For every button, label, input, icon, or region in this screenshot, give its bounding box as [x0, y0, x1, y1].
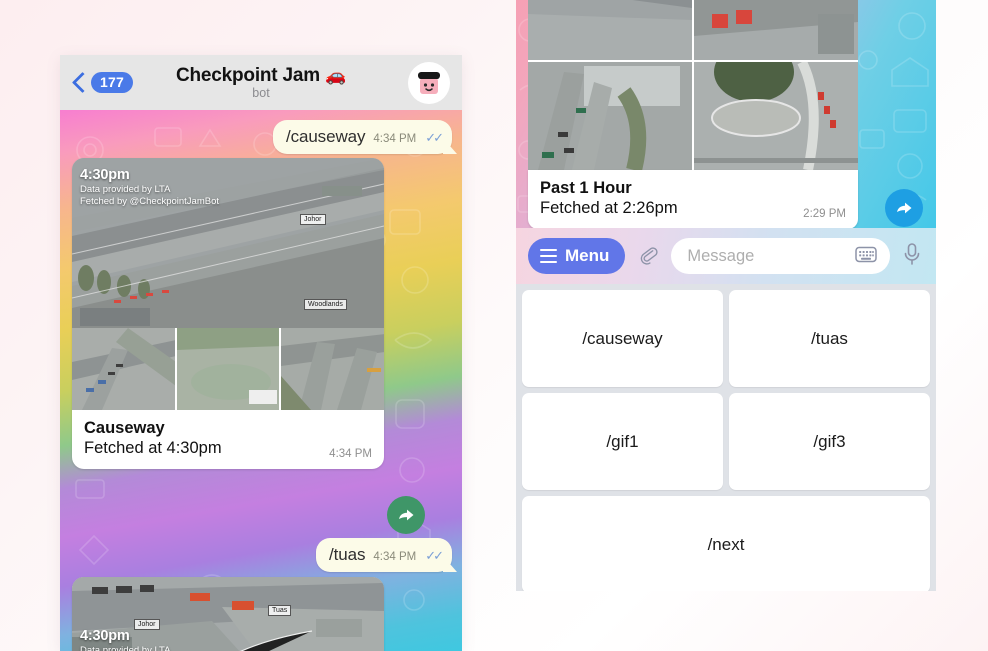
right-phone-screenshot: Past 1 Hour Fetched at 2:26pm 2:29 PM Me…: [516, 0, 936, 591]
photo-thumb-3-image: [281, 328, 384, 410]
bot-message-past-hour-card[interactable]: Past 1 Hour Fetched at 2:26pm 2:29 PM: [528, 0, 858, 228]
bot-message-causeway-card[interactable]: 4:30pm Data provided by LTA Fetched by @…: [72, 158, 384, 470]
chat-message-area: /causeway 4:34 PM ✓✓ 4:30pm Data provide…: [60, 110, 462, 651]
keyboard-key-next[interactable]: /next: [522, 496, 930, 591]
map-pin-johor: Johor: [134, 619, 160, 630]
avatar[interactable]: [408, 61, 450, 104]
map-pin-tuas: Tuas: [268, 605, 292, 616]
back-button[interactable]: 177: [72, 71, 164, 95]
forward-button-causeway[interactable]: [387, 496, 425, 534]
photo-thumb-1-image: [72, 328, 175, 410]
car-emoji-icon: 🚗: [325, 66, 347, 85]
overlay-time: 4:30pm: [80, 167, 130, 183]
photo-grid-item-3-image: [528, 62, 692, 170]
message-timestamp: 4:34 PM: [373, 551, 417, 563]
microphone-icon[interactable]: [900, 240, 924, 273]
bot-message-tuas-card[interactable]: 4:30pm Data provided by LTA Fetched by @…: [72, 577, 384, 651]
message-input-field[interactable]: Message: [671, 238, 890, 274]
photo-thumb-2[interactable]: [176, 328, 280, 410]
menu-button-label: Menu: [565, 246, 610, 265]
double-check-icon: ✓✓: [425, 548, 444, 563]
map-pin-johor: Johor: [300, 214, 326, 225]
photo-grid-item-4[interactable]: [694, 62, 858, 170]
photo-tuas-main[interactable]: 4:30pm Data provided by LTA Fetched by @…: [72, 577, 384, 651]
message-input-placeholder: Message: [687, 246, 755, 265]
hamburger-icon: [540, 248, 557, 264]
photo-thumb-1[interactable]: [72, 328, 175, 410]
chat-header: 177 Checkpoint Jam 🚗 bot: [60, 55, 462, 110]
message-input-bar: Menu Message: [516, 228, 936, 284]
chevron-left-icon[interactable]: [72, 71, 87, 95]
paperclip-icon[interactable]: [635, 241, 661, 272]
keyboard-key-gif1[interactable]: /gif1: [522, 393, 723, 490]
caption-subtitle: Fetched at 2:26pm: [540, 199, 678, 218]
double-check-icon: ✓✓: [425, 130, 444, 145]
photo-thumbnail-row: [72, 328, 384, 410]
bot-command-keyboard: /causeway /tuas /gif1 /gif3 /next: [516, 284, 936, 591]
photo-grid-item-4-image: [694, 62, 858, 170]
right-chat-area: Past 1 Hour Fetched at 2:26pm 2:29 PM: [516, 0, 936, 228]
message-text: /tuas: [329, 545, 366, 564]
unread-badge[interactable]: 177: [91, 71, 133, 94]
keyboard-key-causeway[interactable]: /causeway: [522, 290, 723, 387]
photo-overlay-text: 4:30pm Data provided by LTA Fetched by @…: [80, 627, 219, 651]
message-timestamp: 4:34 PM: [329, 448, 372, 461]
photo-grid-item-1-image: [528, 0, 692, 60]
photo-grid-2x2: [528, 0, 858, 170]
forward-arrow-icon: [399, 509, 414, 521]
past-hour-caption: Past 1 Hour Fetched at 2:26pm 2:29 PM: [528, 170, 858, 228]
caption-title: Causeway: [84, 419, 165, 437]
outgoing-message-causeway[interactable]: /causeway 4:34 PM ✓✓: [272, 120, 452, 154]
overlay-source: Data provided by LTA: [80, 184, 171, 196]
left-phone-screenshot: 177 Checkpoint Jam 🚗 bot /causeway 4:34 …: [60, 55, 462, 651]
keyboard-key-gif3[interactable]: /gif3: [729, 393, 930, 490]
outgoing-message-tuas[interactable]: /tuas 4:34 PM ✓✓: [316, 538, 452, 572]
photo-thumb-2-image: [176, 328, 280, 410]
bot-avatar-icon: [418, 71, 440, 94]
message-timestamp: 2:29 PM: [803, 208, 846, 221]
keyboard-key-tuas[interactable]: /tuas: [729, 290, 930, 387]
forward-arrow-icon: [897, 202, 912, 214]
photo-thumb-3[interactable]: [281, 328, 384, 410]
photo-causeway-main[interactable]: 4:30pm Data provided by LTA Fetched by @…: [72, 158, 384, 328]
map-pin-woodlands: Woodlands: [304, 299, 347, 310]
forward-button-past-hour[interactable]: [885, 189, 923, 227]
photo-grid-item-1[interactable]: [528, 0, 692, 60]
overlay-fetcher: Fetched by @CheckpointJamBot: [80, 196, 220, 207]
menu-button[interactable]: Menu: [528, 238, 626, 274]
caption-title: Past 1 Hour: [540, 179, 632, 197]
chat-title-text: Checkpoint Jam: [175, 65, 320, 86]
photo-grid-item-2[interactable]: [694, 0, 858, 60]
photo-overlay-text: 4:30pm Data provided by LTA Fetched by @…: [80, 166, 219, 208]
causeway-caption: Causeway Fetched at 4:30pm 4:34 PM: [72, 410, 384, 469]
keyboard-icon[interactable]: [854, 243, 878, 270]
overlay-source: Data provided by LTA: [80, 645, 171, 651]
message-timestamp: 4:34 PM: [373, 133, 417, 145]
photo-grid-item-3[interactable]: [528, 62, 692, 170]
photo-grid-item-2-image: [694, 0, 858, 60]
message-text: /causeway: [285, 127, 366, 146]
